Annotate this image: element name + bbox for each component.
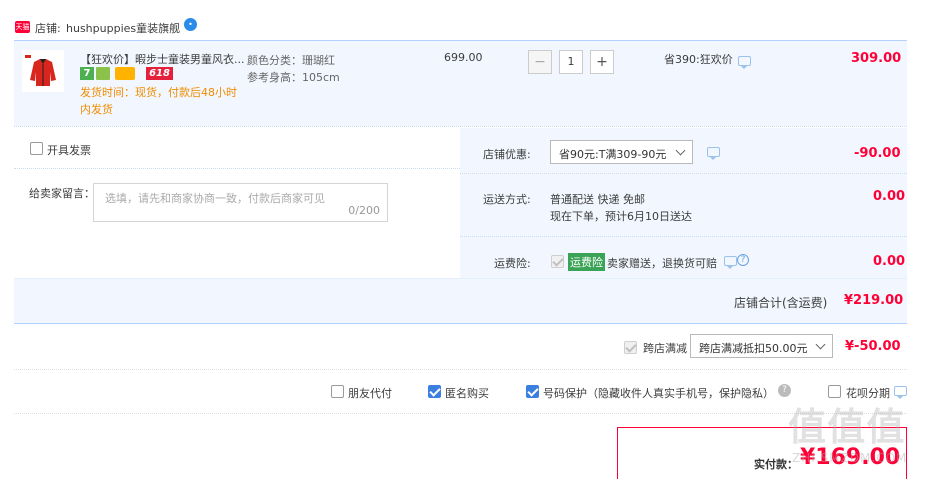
divider-1 bbox=[14, 369, 907, 370]
right-panel-divider-1 bbox=[460, 173, 907, 174]
insurance-checkbox bbox=[551, 255, 564, 268]
shop-total-amount: ¥219.00 bbox=[844, 293, 904, 308]
message-label: 给卖家留言： bbox=[29, 187, 95, 200]
shop-total-label: 店铺合计(含运费) bbox=[734, 296, 828, 310]
cross-store-selected: 跨店满减抵扣50.00元 bbox=[699, 342, 808, 355]
anonymous-label[interactable]: 匿名购买 bbox=[445, 385, 489, 401]
shop-discount-selected: 省90元:T满309-90元 bbox=[559, 148, 667, 161]
anonymous-checkbox[interactable] bbox=[428, 385, 441, 398]
right-panel-divider-2 bbox=[460, 236, 907, 237]
quantity-stepper: − 1 + bbox=[528, 50, 614, 74]
insurance-chat-icon[interactable] bbox=[724, 256, 737, 269]
original-price: 699.00 bbox=[444, 51, 483, 64]
delivery-eta: 现在下单，预计6月10日送达 bbox=[550, 210, 692, 223]
delivery-amount: 0.00 bbox=[873, 189, 906, 204]
message-textarea[interactable]: 选填，请先和商家协商一致，付款后商家可见 0/200 bbox=[93, 183, 388, 222]
tmall-icon: 天猫 bbox=[15, 21, 30, 33]
shop-header: 天猫 店铺: hushpuppies童装旗舰 • bbox=[15, 18, 315, 38]
shipping-note-2: 内发货 bbox=[80, 103, 113, 116]
huabei-chat-icon[interactable] bbox=[894, 386, 907, 399]
message-counter: 0/200 bbox=[348, 204, 380, 217]
qty-minus-button[interactable]: − bbox=[528, 50, 552, 74]
insurance-label: 运费险: bbox=[494, 257, 531, 270]
618-badge: 618 bbox=[146, 67, 173, 80]
insurance-amount: 0.00 bbox=[873, 254, 906, 269]
delivery-label: 运送方式: bbox=[483, 193, 531, 206]
shop-discount-label: 店铺优惠: bbox=[483, 148, 531, 161]
cross-store-select[interactable]: 跨店满减抵扣50.00元 bbox=[690, 334, 833, 358]
cross-store-checkbox bbox=[624, 341, 637, 354]
invoice-checkbox[interactable] bbox=[30, 142, 43, 155]
message-placeholder: 选填，请先和商家协商一致，付款后商家可见 bbox=[105, 192, 325, 205]
cross-store-amount: ¥-50.00 bbox=[845, 339, 901, 354]
number-protect-label[interactable]: 号码保护（隐藏收件人真实手机号，保护隐私） bbox=[543, 385, 774, 401]
sku-color: 颜色分类：珊瑚红 bbox=[247, 54, 335, 67]
shop-label: 店铺: bbox=[35, 22, 61, 35]
divider-2 bbox=[14, 413, 907, 414]
guarantee-icon bbox=[96, 67, 110, 80]
chevron-down-icon bbox=[675, 145, 686, 156]
number-protect-checkbox[interactable] bbox=[526, 385, 539, 398]
watermark: 值 值 值 bbox=[788, 405, 904, 449]
shop-name[interactable]: hushpuppies童装旗舰 bbox=[66, 20, 180, 36]
invoice-label[interactable]: 开具发票 bbox=[47, 142, 91, 158]
chevron-down-icon bbox=[815, 339, 826, 350]
discount-chat-icon[interactable] bbox=[707, 147, 720, 160]
cross-store-label: 跨店满减 bbox=[643, 342, 687, 355]
friend-pay-label[interactable]: 朋友代付 bbox=[348, 385, 392, 401]
friend-pay-checkbox[interactable] bbox=[331, 385, 344, 398]
promo-chat-icon[interactable] bbox=[738, 56, 751, 69]
insurance-tag: 运费险 bbox=[568, 253, 605, 271]
jacket-image bbox=[25, 55, 56, 86]
card-icon bbox=[115, 67, 135, 80]
shipping-note-1: 发货时间：现货，付款后48小时 bbox=[80, 86, 237, 99]
sku-height: 参考身高：105cm bbox=[247, 71, 340, 84]
seven-day-return-badge: 7 bbox=[80, 67, 94, 80]
promo-label: 省390:狂欢价 bbox=[664, 53, 733, 66]
item-row-divider bbox=[14, 126, 907, 127]
item-subtotal: 309.00 bbox=[851, 51, 902, 66]
qty-input[interactable]: 1 bbox=[559, 50, 583, 74]
delivery-method: 普通配送 快递 免邮 bbox=[550, 193, 645, 206]
shop-discount-select[interactable]: 省90元:T满309-90元 bbox=[550, 140, 693, 164]
product-title[interactable]: 【狂欢价】暇步士童装男童风衣... bbox=[80, 51, 245, 67]
watermark-url: ZHI.SMZDM.COM bbox=[792, 451, 908, 465]
product-thumbnail[interactable] bbox=[22, 50, 64, 92]
shop-discount-amount: -90.00 bbox=[854, 146, 901, 161]
qty-plus-button[interactable]: + bbox=[590, 50, 614, 74]
insurance-desc: 卖家赠送，退换货可赔 bbox=[607, 257, 717, 270]
help-icon[interactable]: ? bbox=[737, 254, 749, 266]
wangwang-icon[interactable]: • bbox=[184, 18, 197, 31]
left-panel-divider bbox=[14, 168, 460, 169]
